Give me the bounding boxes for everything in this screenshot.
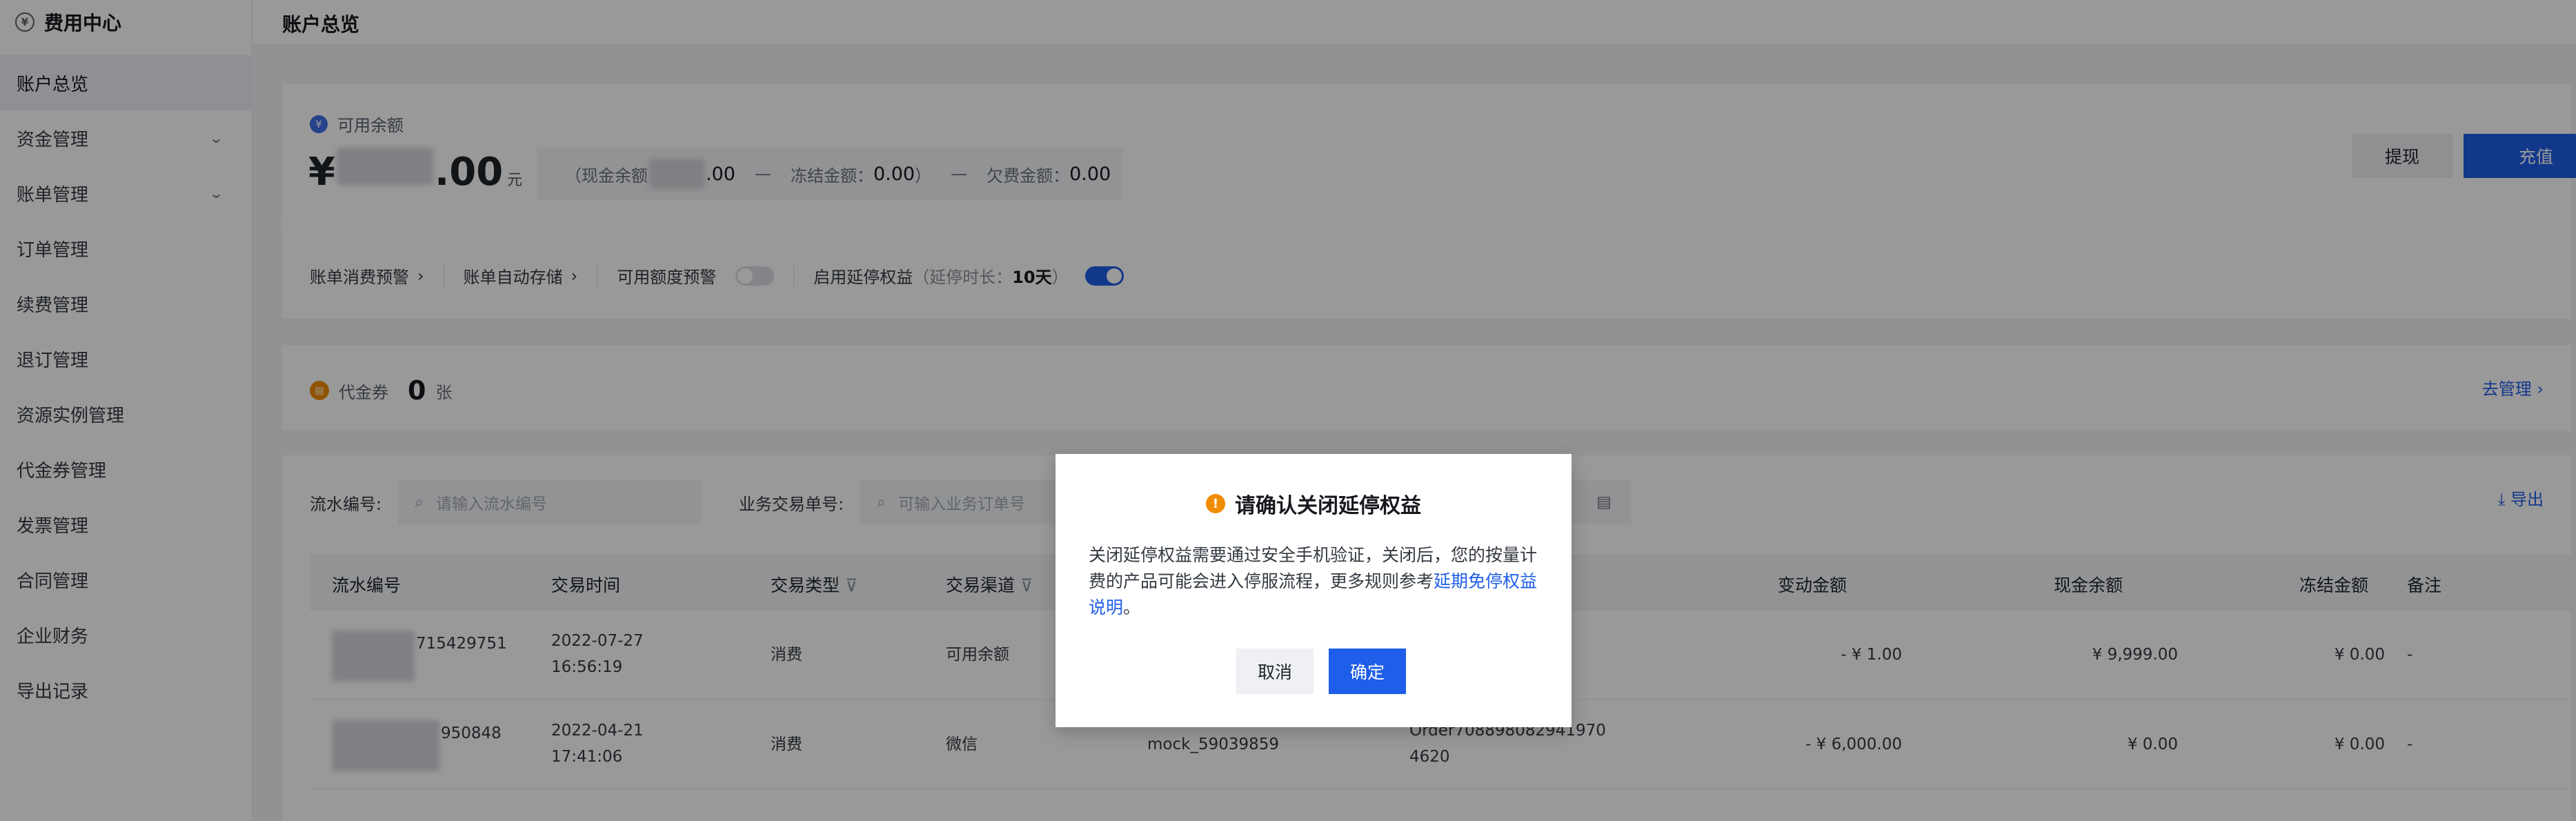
warning-icon: !: [1206, 494, 1225, 513]
dialog-body: 关闭延停权益需要通过安全手机验证，关闭后，您的按量计费的产品可能会进入停服流程，…: [1089, 542, 1538, 621]
confirm-button[interactable]: 确定: [1329, 649, 1406, 694]
confirm-dialog: ! 请确认关闭延停权益 关闭延停权益需要通过安全手机验证，关闭后，您的按量计费的…: [1056, 454, 1572, 727]
dialog-title-text: 请确认关闭延停权益: [1235, 494, 1421, 518]
dialog-body-end: 。: [1123, 597, 1141, 617]
cancel-button[interactable]: 取消: [1236, 649, 1314, 694]
dialog-title: ! 请确认关闭延停权益: [1056, 488, 1572, 519]
